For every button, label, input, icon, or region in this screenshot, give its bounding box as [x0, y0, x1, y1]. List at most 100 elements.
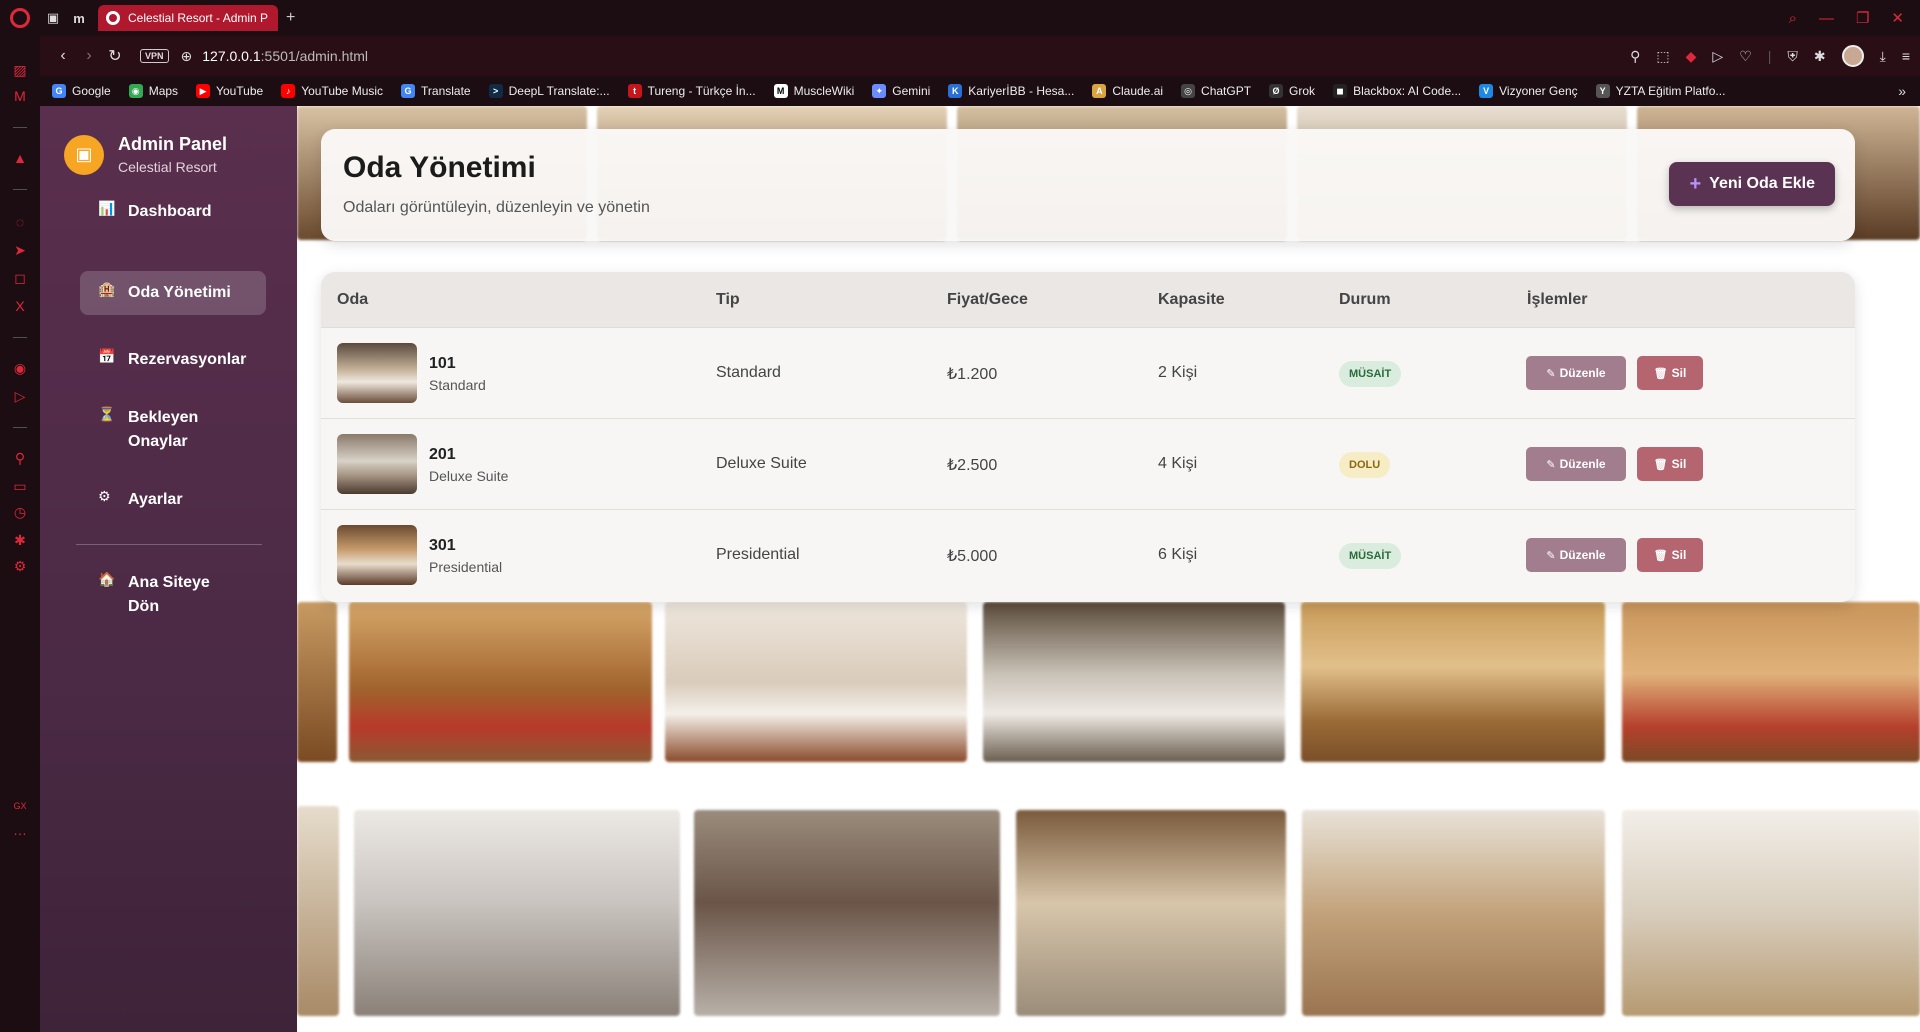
active-tab[interactable]: Celestial Resort - Admin P	[98, 5, 278, 31]
trash-icon: 🗑	[1653, 549, 1668, 562]
wallet-icon[interactable]: ▭	[10, 476, 30, 496]
sidebar-item-reservations[interactable]: 📅 Rezervasyonlar	[80, 338, 266, 382]
pin-icon[interactable]: ⚲	[1630, 48, 1640, 65]
vpn-badge[interactable]: VPN	[140, 49, 169, 63]
bookmark-label: Blackbox: AI Code...	[1353, 84, 1462, 98]
bookmark-item[interactable]: G Translate	[401, 84, 471, 98]
rooms-table: Oda Tip Fiyat/Gece Kapasite Durum İşleml…	[321, 272, 1855, 602]
gx-icon[interactable]: GX	[10, 796, 30, 816]
sidebar-item-room-management[interactable]: 🏨 Oda Yönetimi	[80, 271, 266, 315]
minimize-icon[interactable]: —	[1819, 10, 1834, 27]
bookmark-label: MuscleWiki	[793, 84, 855, 98]
divider: |	[1767, 48, 1772, 64]
opera-logo-icon[interactable]	[0, 0, 40, 36]
back-icon[interactable]: ‹	[50, 47, 76, 65]
bookmarks-bar: G Google ◉ Maps ▶ YouTube ♪ YouTube Music G Trans…	[40, 76, 1920, 106]
profile-avatar[interactable]	[1841, 45, 1864, 67]
admin-sidebar: ▣ Admin Panel Celestial Resort 📊 Dashboa…	[40, 106, 297, 1032]
bookmark-favicon-icon: >	[488, 84, 503, 98]
bookmark-item[interactable]: ▶ YouTube	[196, 84, 263, 98]
instagram-icon[interactable]: ◻	[10, 268, 30, 288]
whatsapp-icon[interactable]: ◌	[10, 212, 30, 232]
url-field[interactable]: 127.0.0.1:5501/admin.html	[202, 48, 368, 64]
aria-icon[interactable]: ▨	[10, 60, 30, 80]
sidebar-item-pending-approvals[interactable]: ⏳ Bekleyen Onaylar	[80, 396, 240, 464]
bookmark-label: YZTA Eğitim Platfo...	[1615, 84, 1726, 98]
column-header-actions: İşlemler	[1527, 291, 1588, 308]
hotel-icon: 🏨	[98, 281, 116, 297]
more-rail-icon[interactable]: …	[10, 820, 30, 840]
sidebar-item-dashboard[interactable]: 📊 Dashboard	[80, 190, 266, 234]
bookmark-item[interactable]: ◎ ChatGPT	[1181, 84, 1251, 98]
rail-divider: —	[13, 180, 27, 196]
restore-icon[interactable]: ❐	[1856, 9, 1869, 27]
chart-icon: 📊	[98, 200, 116, 216]
reload-icon[interactable]: ↻	[102, 46, 128, 66]
delete-button[interactable]: 🗑 Sil	[1637, 447, 1703, 481]
url-path: :5501/admin.html	[260, 48, 369, 64]
flow-icon[interactable]: ▷	[10, 386, 30, 406]
close-icon[interactable]: ✕	[1891, 9, 1904, 27]
site-info-icon[interactable]: ⊕	[181, 48, 193, 65]
pin-rail-icon[interactable]: ⚲	[10, 448, 30, 468]
tab-manager-icon[interactable]: ▣	[40, 0, 66, 36]
sidebar-item-label: Oda Yönetimi	[128, 284, 231, 301]
delete-button[interactable]: 🗑 Sil	[1637, 538, 1703, 572]
trash-icon: 🗑	[1653, 458, 1668, 471]
edit-button[interactable]: ✎ Düzenle	[1526, 447, 1626, 481]
bookmark-item[interactable]: ✦ Gemini	[872, 84, 930, 98]
bookmark-item[interactable]: t Tureng - Türkçe İn...	[627, 84, 756, 98]
status-badge: DOLU	[1339, 452, 1391, 478]
bookmark-item[interactable]: V Vizyoner Genç	[1479, 84, 1578, 98]
bookmarks-more-icon[interactable]: »	[1898, 83, 1906, 99]
bookmark-item[interactable]: Y YZTA Eğitim Platfo...	[1595, 84, 1726, 98]
shield-icon[interactable]: ⛨	[1787, 48, 1798, 65]
bookmark-item[interactable]: A Claude.ai	[1092, 84, 1163, 98]
bookmark-item[interactable]: ◼ Blackbox: AI Code...	[1333, 84, 1461, 98]
bookmark-item[interactable]: K KariyerİBB - Hesa...	[948, 84, 1074, 98]
history-icon[interactable]: ◷	[10, 502, 30, 522]
room-capacity: 2 Kişi	[1158, 364, 1198, 381]
music-icon[interactable]: ◉	[10, 358, 30, 378]
add-room-button[interactable]: + Yeni Oda Ekle	[1669, 162, 1835, 206]
menu-icon[interactable]: ≡	[1902, 48, 1910, 64]
app-icon[interactable]: ▲	[10, 148, 30, 168]
room-type: Standard	[716, 364, 781, 381]
sidebar-item-settings[interactable]: ⚙ Ayarlar	[80, 478, 266, 522]
bookmark-item[interactable]: ◉ Maps	[128, 84, 178, 98]
workspace-icon[interactable]: m	[66, 0, 92, 36]
play-icon[interactable]: ▷	[1712, 48, 1723, 65]
bookmark-item[interactable]: > DeepL Translate:...	[488, 84, 610, 98]
sidebar-item-back-to-site[interactable]: 🏠 Ana Siteye Dön	[80, 561, 230, 629]
extensions-icon[interactable]: ✱	[1814, 48, 1826, 65]
snapshot-icon[interactable]: ⬚	[1656, 48, 1669, 65]
bookmark-favicon-icon: V	[1479, 84, 1494, 98]
forward-icon[interactable]: ›	[76, 47, 102, 65]
settings-rail-icon[interactable]: ⚙	[10, 556, 30, 576]
bookmark-item[interactable]: Ø Grok	[1269, 84, 1315, 98]
room-photo	[1622, 810, 1920, 1016]
edit-button[interactable]: ✎ Düzenle	[1526, 356, 1626, 390]
search-tabs-icon[interactable]: ⌕	[1789, 10, 1797, 27]
room-photo	[1622, 602, 1920, 762]
new-tab-button[interactable]: +	[286, 9, 295, 27]
download-icon[interactable]: ⤓	[1880, 48, 1886, 65]
mail-icon[interactable]: M	[10, 86, 30, 106]
heart-icon[interactable]: ♡	[1739, 48, 1752, 65]
room-photo	[297, 602, 337, 762]
telegram-icon[interactable]: ➤	[10, 240, 30, 260]
extensions-rail-icon[interactable]: ✱	[10, 530, 30, 550]
table-row[interactable]: 201 Deluxe Suite Deluxe Suite ₺2.500 4 K…	[321, 419, 1855, 510]
delete-button[interactable]: 🗑 Sil	[1637, 356, 1703, 390]
bookmark-label: Translate	[421, 84, 471, 98]
table-row[interactable]: 101 Standard Standard ₺1.200 2 Kişi MÜSA…	[321, 328, 1855, 419]
bookmark-item[interactable]: M MuscleWiki	[773, 84, 855, 98]
table-row[interactable]: 301 Presidential Presidential ₺5.000 6 K…	[321, 510, 1855, 601]
edit-button[interactable]: ✎ Düzenle	[1526, 538, 1626, 572]
x-icon[interactable]: X	[10, 296, 30, 316]
pocket-icon[interactable]: ◆	[1686, 48, 1697, 65]
bookmark-favicon-icon: Y	[1595, 84, 1610, 98]
bookmark-item[interactable]: G Google	[52, 84, 111, 98]
bookmark-favicon-icon: ▶	[196, 84, 211, 98]
bookmark-item[interactable]: ♪ YouTube Music	[281, 84, 383, 98]
